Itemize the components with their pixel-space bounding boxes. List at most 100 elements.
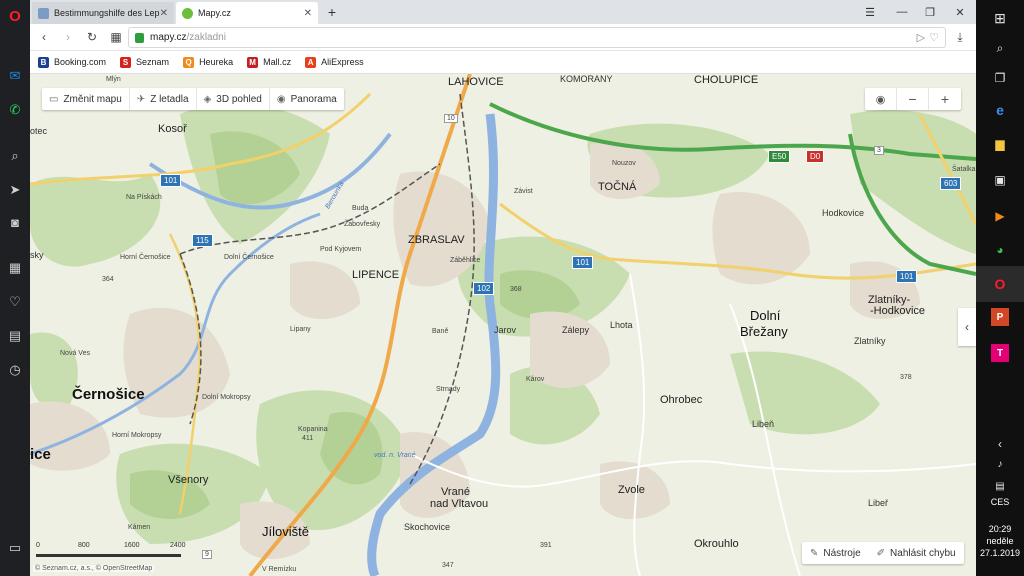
place-karov: Károv <box>526 376 545 383</box>
speed-dial-grid-icon[interactable]: ▦ <box>108 29 124 45</box>
place-nova-ves: Nová Ves <box>60 350 90 357</box>
search-icon[interactable]: ⌕ <box>988 36 1012 60</box>
bookmark-heart-icon[interactable]: ♡ <box>929 31 939 44</box>
windows-taskbar: ⊞ ⌕ ❐ e ▆ ▣ ▶ ◕ O P T ‹ ♪ ▤ CES 20:29 ne… <box>976 0 1024 576</box>
bookmark-seznam[interactable]: S Seznam <box>120 56 169 68</box>
place-strnady: Strnady <box>436 386 461 393</box>
clock-time[interactable]: 20:29 <box>976 524 1024 535</box>
lock-icon <box>135 32 144 43</box>
windows-start-icon[interactable]: ⊞ <box>988 6 1012 30</box>
tab-bestimmungshilfe[interactable]: Bestimmungshilfe des Lep ✕ <box>32 2 174 24</box>
report-error-button[interactable]: ✐ Nahlásit chybu <box>869 542 964 564</box>
map-toolbar: ▭ Změnit mapu ✈ Z letadla ◈ 3D pohled ◉ … <box>42 88 344 110</box>
tab-menu-icon[interactable]: ☰ <box>860 3 880 21</box>
panorama-button[interactable]: ◉ Panorama <box>270 88 344 110</box>
place-nad-vltavou: nad Vltavou <box>430 498 489 510</box>
place-lahovice: LAHOVICE <box>448 76 504 88</box>
place-sky: sky <box>30 250 44 260</box>
locate-me-button[interactable]: ◉ <box>865 88 897 110</box>
send-page-icon[interactable]: ▷ <box>917 31 925 44</box>
flight-button[interactable]: ✈ Z letadla <box>130 88 197 110</box>
road-shield-102: 102 <box>473 282 495 295</box>
place-vrane: Vrané <box>441 486 470 498</box>
address-bar: ‹ › ↻ ▦ mapy.cz /zakladni ▷ ♡ ⤓ <box>30 24 976 51</box>
camera-icon[interactable]: ◙ <box>5 212 25 232</box>
close-icon[interactable]: ✕ <box>304 8 312 19</box>
media-player-icon[interactable]: ▶ <box>988 204 1012 228</box>
chrome-icon[interactable]: ◕ <box>988 238 1012 262</box>
language-indicator[interactable]: CES <box>976 497 1024 508</box>
zoom-out-button[interactable]: − <box>897 88 929 110</box>
place-satalka: Šatalka <box>952 166 976 173</box>
place-zabehlice: Záběhlice <box>450 257 481 264</box>
road-shield-603: 603 <box>940 177 962 190</box>
place-brezany: Břežany <box>740 324 788 339</box>
place-nouzov: Nouzov <box>612 160 636 167</box>
scale-tick: 800 <box>78 542 90 549</box>
back-icon[interactable]: ‹ <box>36 29 52 45</box>
url-field[interactable]: mapy.cz /zakladni ▷ ♡ <box>128 27 946 48</box>
road-shield-d0: D0 <box>806 150 825 163</box>
bookmarks-bar: B Booking.com S Seznam Q Heureka M Mall.… <box>30 51 976 74</box>
download-icon[interactable]: ⤓ <box>952 29 968 45</box>
place-horni-cernosice: Horní Černošice <box>120 254 171 261</box>
pencil-icon: ✐ <box>876 547 886 559</box>
powerpoint-icon[interactable]: P <box>991 308 1009 326</box>
store-icon[interactable]: ▣ <box>988 168 1012 192</box>
place-dolni: Dolní <box>750 308 781 323</box>
minimize-icon[interactable]: — <box>892 3 912 21</box>
clock-date: 27.1.2019 <box>979 548 1021 558</box>
file-explorer-icon[interactable]: ▆ <box>988 132 1012 156</box>
place-dolni-mokropsy: Dolní Mokropsy <box>202 394 251 401</box>
zoom-in-button[interactable]: + <box>929 88 961 110</box>
speed-dial-icon[interactable]: ▦ <box>5 258 25 278</box>
new-tab-button[interactable]: + <box>322 3 342 21</box>
notifications-icon[interactable]: ▤ <box>988 474 1012 498</box>
map-canvas[interactable]: Černošice ice ZBRASLAV LIPENCE TOČNÁ Dol… <box>30 74 976 576</box>
opera-logo-icon[interactable]: O <box>5 6 25 26</box>
tools-label: Nástroje <box>823 547 861 559</box>
reload-icon[interactable]: ↻ <box>84 29 100 45</box>
bookmark-aliexpress[interactable]: A AliExpress <box>305 56 364 68</box>
opera-taskbar-icon[interactable]: O <box>988 272 1012 296</box>
place-kamen: Kámen <box>128 524 151 531</box>
place-v-remizku: V Remízku <box>262 566 297 573</box>
bookmark-booking[interactable]: B Booking.com <box>38 56 106 68</box>
tools-button[interactable]: ✎ Nástroje <box>802 542 869 564</box>
history-icon[interactable]: ◷ <box>5 360 25 380</box>
place-horni-mokropsy: Horní Mokropsy <box>112 432 162 439</box>
restore-icon[interactable]: ❐ <box>920 3 940 21</box>
tab-mapy[interactable]: Mapy.cz ✕ <box>176 2 318 24</box>
sidebar-toggle-icon[interactable]: ▭ <box>5 538 25 558</box>
whatsapp-icon[interactable]: ✆ <box>5 100 25 120</box>
bookmark-mall[interactable]: M Mall.cz <box>247 56 291 68</box>
bookmark-label: Heureka <box>199 57 234 67</box>
scale-tick: 1600 <box>124 542 140 549</box>
eye-icon: ◉ <box>276 93 286 105</box>
volume-icon[interactable]: ♪ <box>988 452 1012 476</box>
url-host: mapy.cz <box>150 32 187 43</box>
close-icon[interactable]: ✕ <box>160 8 168 19</box>
view-3d-label: 3D pohled <box>216 93 262 105</box>
forward-icon[interactable]: › <box>60 29 76 45</box>
send-icon[interactable]: ➤ <box>5 180 25 200</box>
window-close-icon[interactable]: ✕ <box>950 3 970 21</box>
bookmark-heureka[interactable]: Q Heureka <box>183 56 234 68</box>
airplane-icon: ✈ <box>136 93 146 105</box>
zoom-control: ◉ − + <box>865 88 961 110</box>
telekom-icon[interactable]: T <box>991 344 1009 362</box>
road-shield-101: 101 <box>896 270 918 283</box>
view-3d-button[interactable]: ◈ 3D pohled <box>197 88 270 110</box>
place-hodkovice: -Hodkovice <box>870 305 926 317</box>
place-cernosice: Černošice <box>72 386 145 403</box>
heart-icon[interactable]: ♡ <box>5 292 25 312</box>
messenger-icon[interactable]: ✉ <box>5 66 25 86</box>
search-icon[interactable]: ⌕ <box>5 146 25 166</box>
place-skochovice: Skochovice <box>404 522 451 532</box>
place-jarov: Jarov <box>494 325 517 335</box>
news-icon[interactable]: ▤ <box>5 326 25 346</box>
side-panel-toggle[interactable]: ‹ <box>958 308 976 346</box>
edge-icon[interactable]: e <box>988 98 1012 122</box>
change-map-button[interactable]: ▭ Změnit mapu <box>42 88 130 110</box>
task-view-icon[interactable]: ❐ <box>988 66 1012 90</box>
